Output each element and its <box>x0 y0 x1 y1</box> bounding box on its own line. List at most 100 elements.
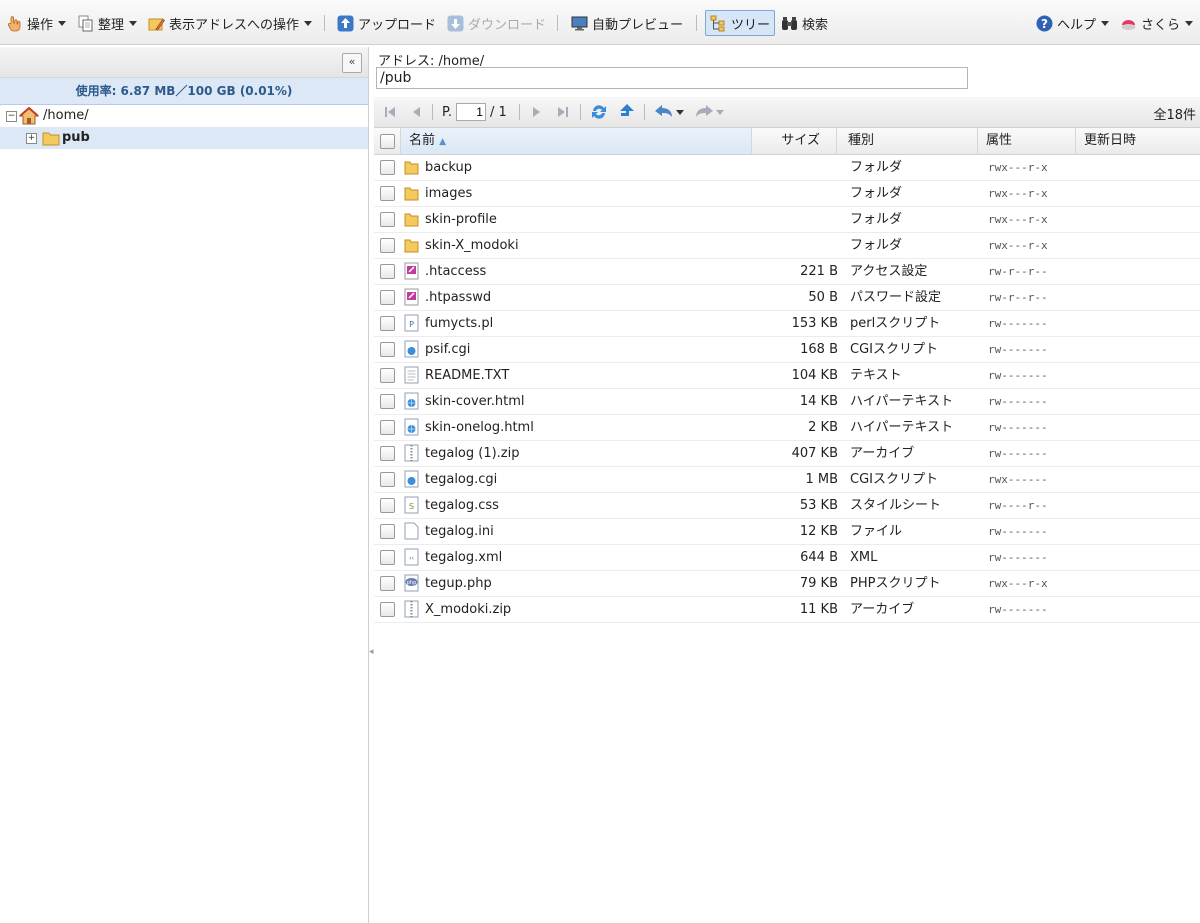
page-number-input[interactable] <box>455 103 486 121</box>
download-button[interactable]: ダウンロード <box>447 12 546 34</box>
table-row[interactable]: tegalog.cgi 1 MB CGIスクリプト rwx------ <box>374 467 1200 493</box>
type-column-header[interactable]: 種別 <box>838 128 978 154</box>
row-checkbox[interactable] <box>380 186 395 201</box>
chevron-down-icon <box>1185 20 1194 26</box>
search-button[interactable]: 検索 <box>781 12 828 34</box>
nav-divider <box>580 104 581 120</box>
prev-page-button[interactable] <box>409 103 423 121</box>
splitter-handle[interactable]: ◂ <box>369 645 374 659</box>
row-checkbox[interactable] <box>380 420 395 435</box>
file-name[interactable]: skin-onelog.html <box>425 415 534 440</box>
file-size: 153 KB <box>791 316 838 331</box>
row-checkbox[interactable] <box>380 446 395 461</box>
table-row[interactable]: php tegup.php 79 KB PHPスクリプト rwx---r-x <box>374 571 1200 597</box>
expand-node-icon[interactable]: + <box>26 133 37 144</box>
tree-item-pub[interactable]: + pub <box>0 127 368 149</box>
table-row[interactable]: tegalog (1).zip 407 KB アーカイブ rw------- <box>374 441 1200 467</box>
file-name[interactable]: psif.cgi <box>425 337 470 362</box>
left-panel-header: « <box>0 47 368 78</box>
row-checkbox[interactable] <box>380 498 395 513</box>
row-checkbox[interactable] <box>380 160 395 175</box>
address-operations-menu[interactable]: 表示アドレスへの操作 <box>148 12 313 34</box>
table-row[interactable]: skin-cover.html 14 KB ハイパーテキスト rw------- <box>374 389 1200 415</box>
table-row[interactable]: psif.cgi 168 B CGIスクリプト rw------- <box>374 337 1200 363</box>
usage-indicator: 使用率: 6.87 MB／100 GB (0.01%) <box>0 78 368 105</box>
parent-folder-button[interactable] <box>618 103 636 121</box>
auto-preview-button[interactable]: 自動プレビュー <box>571 12 683 34</box>
row-checkbox[interactable] <box>380 550 395 565</box>
table-row[interactable]: README.TXT 104 KB テキスト rw------- <box>374 363 1200 389</box>
row-checkbox[interactable] <box>380 368 395 383</box>
row-checkbox[interactable] <box>380 238 395 253</box>
table-row[interactable]: backup フォルダ rwx---r-x <box>374 155 1200 181</box>
help-menu[interactable]: ? ヘルプ <box>1036 12 1110 34</box>
table-row[interactable]: .htaccess 221 B アクセス設定 rw-r--r-- <box>374 259 1200 285</box>
first-page-button[interactable] <box>383 103 397 121</box>
sakura-menu[interactable]: さくら <box>1120 12 1194 34</box>
collapse-panel-button[interactable]: « <box>342 53 362 73</box>
table-row[interactable]: X_modoki.zip 11 KB アーカイブ rw------- <box>374 597 1200 623</box>
row-checkbox[interactable] <box>380 472 395 487</box>
forward-history-button[interactable] <box>694 103 724 121</box>
svg-text:?: ? <box>1041 17 1048 31</box>
refresh-button[interactable] <box>590 103 608 121</box>
operation-menu[interactable]: 操作 <box>6 12 67 34</box>
table-row[interactable]: tegalog.ini 12 KB ファイル rw------- <box>374 519 1200 545</box>
file-name[interactable]: skin-cover.html <box>425 389 525 414</box>
file-name[interactable]: README.TXT <box>425 363 509 388</box>
file-name[interactable]: tegalog (1).zip <box>425 441 520 466</box>
upload-button[interactable]: アップロード <box>337 12 436 34</box>
last-page-button[interactable] <box>556 103 570 121</box>
table-row[interactable]: skin-X_modoki フォルダ rwx---r-x <box>374 233 1200 259</box>
file-name[interactable]: .htaccess <box>425 259 486 284</box>
back-history-button[interactable] <box>654 103 684 121</box>
row-checkbox[interactable] <box>380 264 395 279</box>
file-name[interactable]: tegalog.css <box>425 493 499 518</box>
file-name[interactable]: skin-X_modoki <box>425 233 519 258</box>
collapse-node-icon[interactable]: − <box>6 111 17 122</box>
table-row[interactable]: skin-profile フォルダ rwx---r-x <box>374 207 1200 233</box>
name-column-header[interactable]: 名前 ▲ <box>401 128 752 154</box>
select-all-checkbox[interactable] <box>380 134 395 149</box>
row-checkbox[interactable] <box>380 576 395 591</box>
type-header-label: 種別 <box>848 133 875 148</box>
row-checkbox[interactable] <box>380 316 395 331</box>
file-name[interactable]: tegalog.cgi <box>425 467 497 492</box>
tree-toggle-button[interactable]: ツリー <box>705 10 776 36</box>
table-row[interactable]: skin-onelog.html 2 KB ハイパーテキスト rw------- <box>374 415 1200 441</box>
tree-item-home[interactable]: − /home/ <box>0 105 368 127</box>
row-checkbox[interactable] <box>380 290 395 305</box>
row-checkbox[interactable] <box>380 524 395 539</box>
date-column-header[interactable]: 更新日時 <box>1076 128 1200 154</box>
file-name[interactable]: backup <box>425 155 472 180</box>
copy-files-icon <box>77 15 94 32</box>
row-checkbox[interactable] <box>380 602 395 617</box>
file-permissions: rwx---r-x <box>988 213 1048 226</box>
next-page-button[interactable] <box>530 103 544 121</box>
address-input[interactable]: /pub <box>376 67 968 89</box>
file-type: ハイパーテキスト <box>850 394 954 409</box>
file-name[interactable]: images <box>425 181 472 206</box>
row-checkbox[interactable] <box>380 394 395 409</box>
text-file-icon <box>404 366 419 384</box>
file-name[interactable]: .htpasswd <box>425 285 491 310</box>
file-name[interactable]: X_modoki.zip <box>425 597 511 622</box>
row-checkbox[interactable] <box>380 212 395 227</box>
table-row[interactable]: .htpasswd 50 B パスワード設定 rw-r--r-- <box>374 285 1200 311</box>
file-name[interactable]: tegup.php <box>425 571 492 596</box>
page-total: / 1 <box>489 104 507 120</box>
organize-menu[interactable]: 整理 <box>77 12 138 34</box>
perl-file-icon: P <box>404 314 419 332</box>
file-name[interactable]: tegalog.xml <box>425 545 502 570</box>
file-size: 2 KB <box>808 420 838 435</box>
perm-column-header[interactable]: 属性 <box>978 128 1076 154</box>
table-row[interactable]: images フォルダ rwx---r-x <box>374 181 1200 207</box>
file-name[interactable]: fumycts.pl <box>425 311 493 336</box>
table-row[interactable]: ‹› tegalog.xml 644 B XML rw------- <box>374 545 1200 571</box>
size-column-header[interactable]: サイズ <box>752 128 837 154</box>
file-name[interactable]: skin-profile <box>425 207 497 232</box>
table-row[interactable]: Pfumycts.pl 153 KB perlスクリプト rw------- <box>374 311 1200 337</box>
row-checkbox[interactable] <box>380 342 395 357</box>
table-row[interactable]: Stegalog.css 53 KB スタイルシート rw----r-- <box>374 493 1200 519</box>
file-name[interactable]: tegalog.ini <box>425 519 494 544</box>
